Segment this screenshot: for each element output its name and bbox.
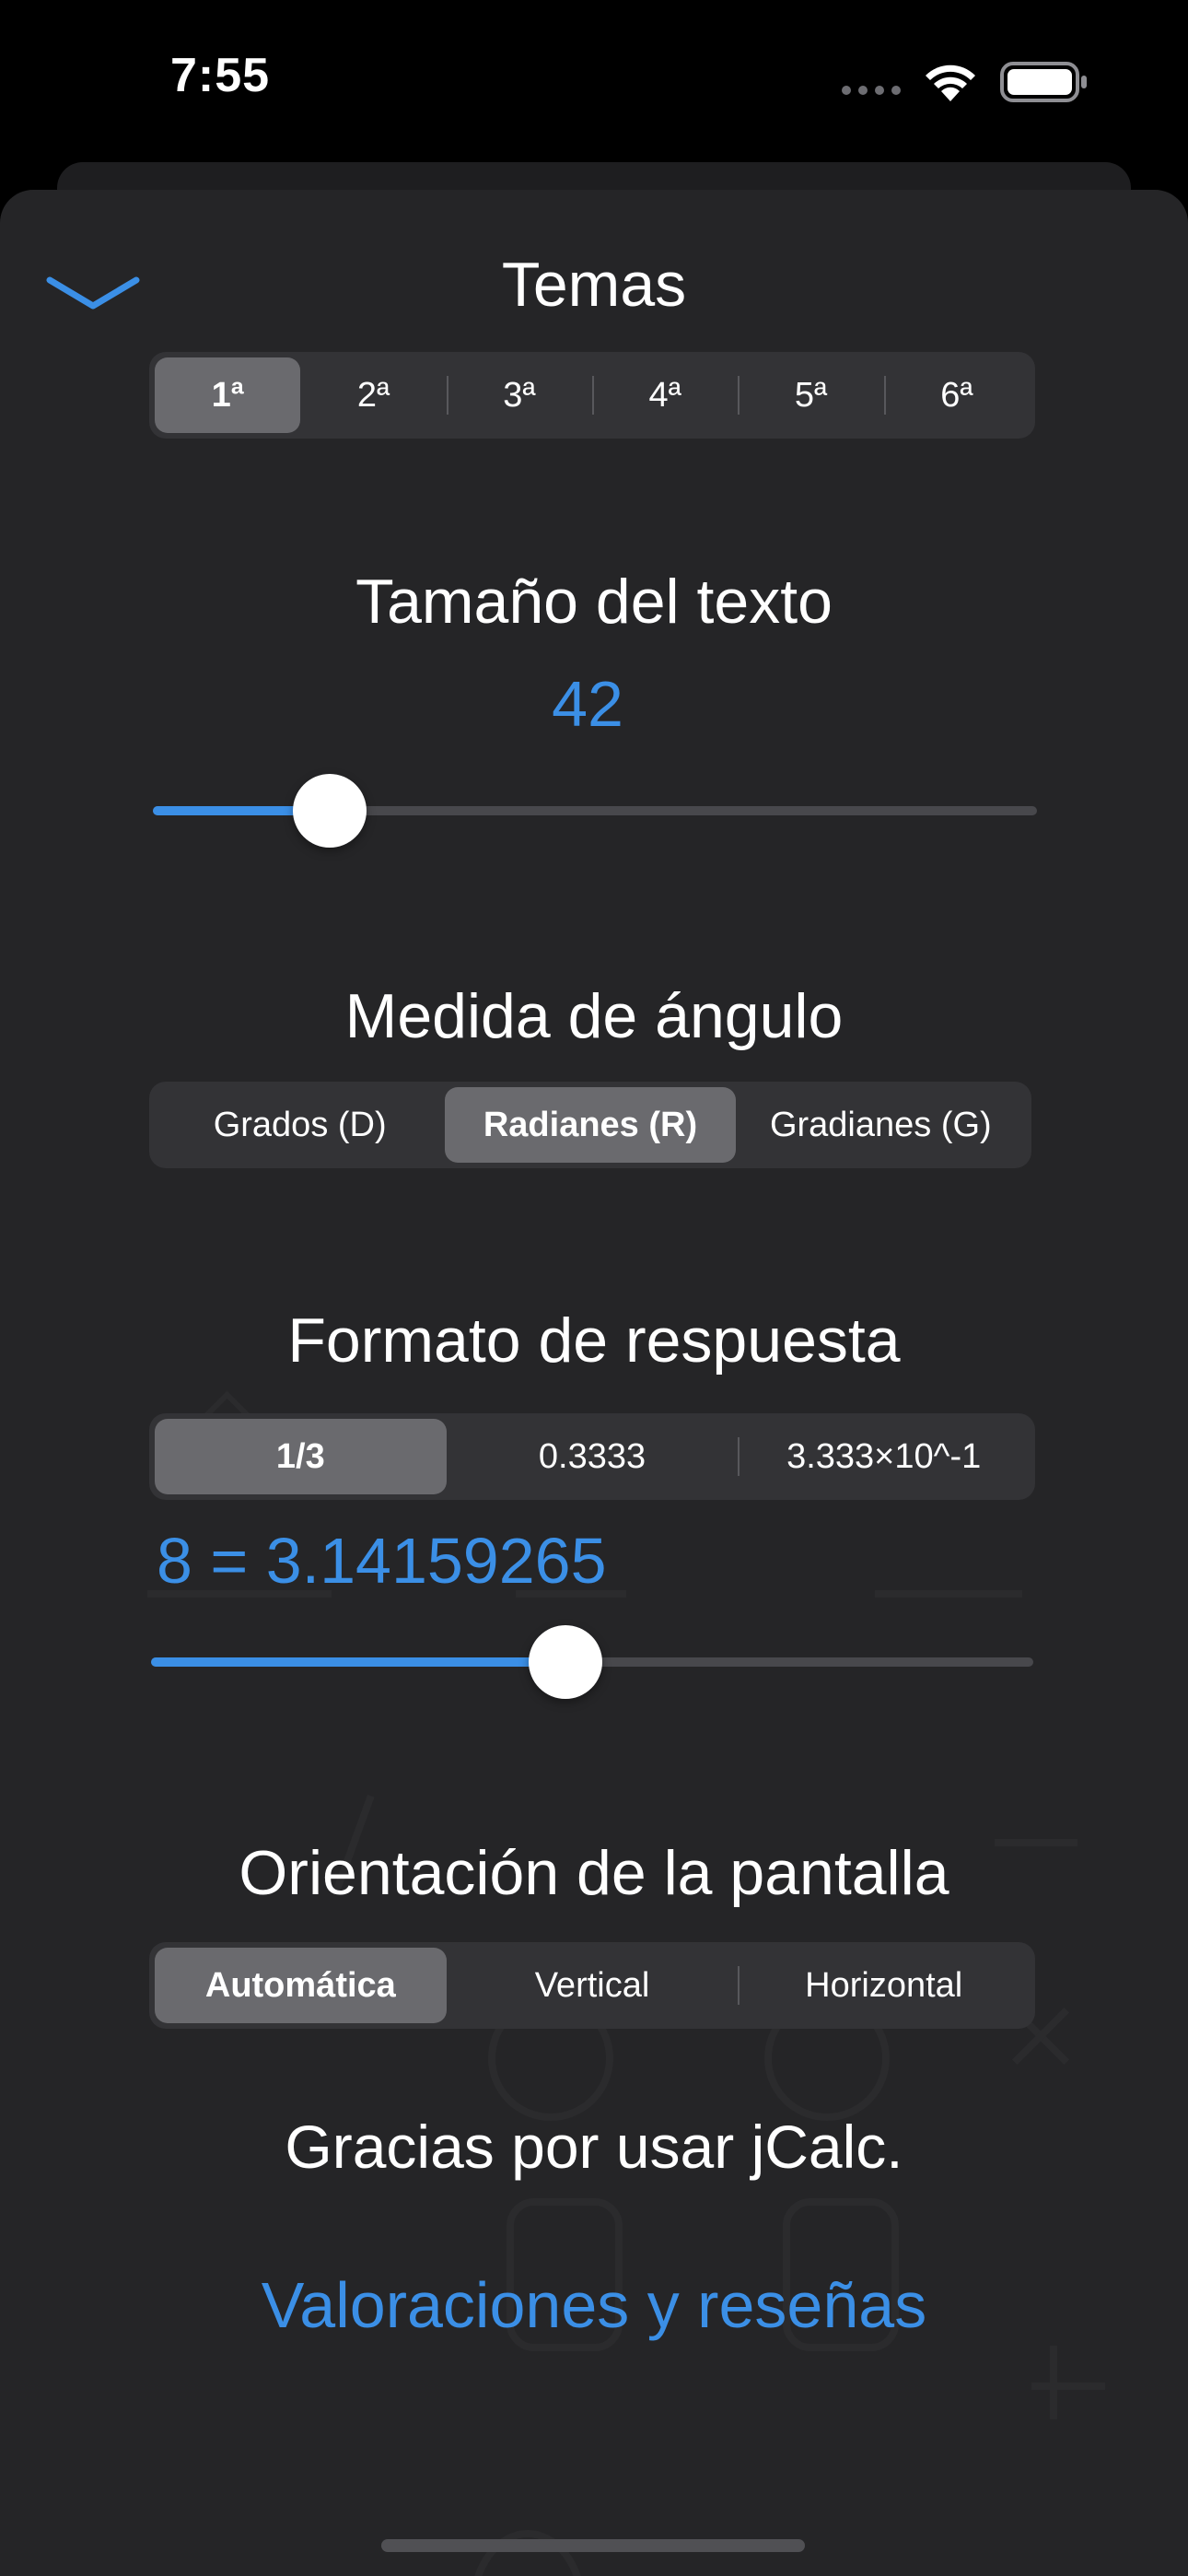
orientation-option-1[interactable]: Automática [155, 1948, 447, 2023]
angle-title: Medida de ángulo [344, 981, 844, 1051]
slider-thumb[interactable] [529, 1625, 603, 1699]
theme-option-6[interactable]: 6ª [883, 357, 1030, 433]
answer-format-preview: 8 = 3.14159265 [157, 1525, 607, 1597]
angle-segmented-control: Grados (D) Radianes (R) Gradianes (G) [149, 1082, 1031, 1168]
theme-option-4[interactable]: 4ª [591, 357, 738, 433]
themes-segmented-control: 1ª 2ª 3ª 4ª 5ª 6ª [149, 352, 1035, 439]
battery-icon [1000, 62, 1087, 102]
answer-format-option-1[interactable]: 1/3 [155, 1419, 447, 1494]
theme-option-2[interactable]: 2ª [300, 357, 446, 433]
decimal-places-slider[interactable] [151, 1625, 1033, 1699]
angle-option-2[interactable]: Radianes (R) [445, 1087, 736, 1163]
theme-option-3[interactable]: 3ª [446, 357, 592, 433]
ratings-reviews-link[interactable]: Valoraciones y reseñas [0, 2268, 1188, 2342]
theme-option-1[interactable]: 1ª [155, 357, 301, 433]
answer-format-segmented-control: 1/3 0.3333 3.333×10^-1 [149, 1413, 1035, 1500]
slider-fill [151, 1657, 566, 1667]
orientation-title: Orientación de la pantalla [239, 1838, 949, 1908]
orientation-segmented-control: Automática Vertical Horizontal [149, 1942, 1035, 2029]
answer-format-option-3[interactable]: 3.333×10^-1 [738, 1419, 1030, 1494]
text-size-slider[interactable] [153, 774, 1037, 848]
angle-option-3[interactable]: Gradianes (G) [736, 1087, 1026, 1163]
answer-format-title: Formato de respuesta [287, 1306, 901, 1376]
thanks-text: Gracias por usar jCalc. [285, 2113, 903, 2181]
angle-option-1[interactable]: Grados (D) [155, 1087, 445, 1163]
status-time: 7:55 [170, 49, 271, 102]
orientation-option-2[interactable]: Vertical [447, 1948, 739, 2023]
orientation-option-3[interactable]: Horizontal [738, 1948, 1030, 2023]
slider-thumb[interactable] [293, 774, 367, 848]
home-indicator [381, 2539, 805, 2552]
settings-sheet: Temas 1ª 2ª 3ª 4ª 5ª 6ª Tamaño del texto 42 M… [0, 190, 1188, 2576]
theme-option-5[interactable]: 5ª [738, 357, 883, 433]
status-bar: 7:55 [0, 0, 1188, 157]
text-size-title: Tamaño del texto [355, 567, 833, 637]
answer-format-option-2[interactable]: 0.3333 [447, 1419, 739, 1494]
cellular-signal-icon [842, 86, 901, 95]
text-size-value: 42 [552, 668, 623, 740]
themes-title: Temas [501, 250, 687, 320]
wifi-icon [926, 64, 975, 101]
